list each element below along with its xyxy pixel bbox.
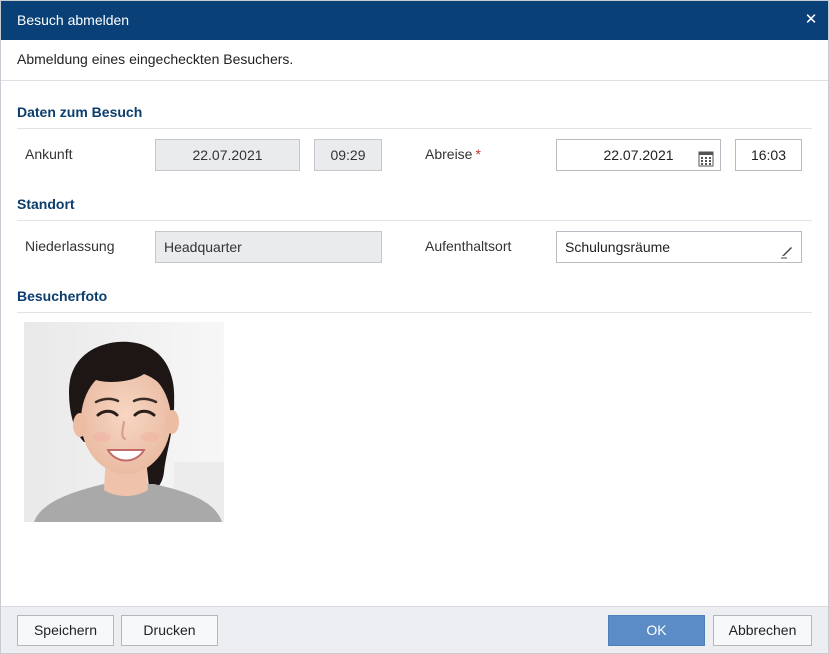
dialog-subtitle: Abmeldung eines eingecheckten Besuchers.	[17, 51, 294, 67]
departure-time-field[interactable]: 16:03	[735, 139, 802, 171]
departure-label-text: Abreise	[425, 146, 473, 162]
save-button[interactable]: Speichern	[17, 615, 114, 646]
dialog-title: Besuch abmelden	[17, 12, 130, 28]
cancel-button[interactable]: Abbrechen	[713, 615, 812, 646]
section-title-visit: Daten zum Besuch	[17, 104, 143, 120]
departure-date-field[interactable]: 22.07.2021	[556, 139, 721, 171]
print-button[interactable]: Drucken	[121, 615, 218, 646]
section-divider-location	[17, 220, 812, 221]
pencil-icon[interactable]	[779, 239, 795, 259]
section-title-location: Standort	[17, 196, 75, 212]
calendar-icon[interactable]	[698, 147, 714, 167]
stay-location-value: Schulungsräume	[565, 239, 671, 255]
stay-location-field[interactable]: Schulungsräume	[556, 231, 802, 263]
header-divider	[1, 80, 828, 81]
departure-label: Abreise *	[425, 146, 481, 162]
close-icon[interactable]: ✕	[800, 9, 822, 31]
stay-location-label: Aufenthaltsort	[425, 238, 512, 254]
visitor-checkout-dialog: Besuch abmelden ✕ Abmeldung eines eingec…	[0, 0, 829, 654]
visitor-photo	[24, 322, 224, 522]
section-divider-photo	[17, 312, 812, 313]
arrival-label: Ankunft	[25, 146, 73, 162]
arrival-date-field: 22.07.2021	[155, 139, 300, 171]
section-divider-visit	[17, 128, 812, 129]
dialog-footer: Speichern Drucken OK Abbrechen	[1, 606, 828, 653]
departure-date-value: 22.07.2021	[603, 147, 674, 163]
arrival-time-field: 09:29	[314, 139, 382, 171]
branch-field: Headquarter	[155, 231, 382, 263]
ok-button[interactable]: OK	[608, 615, 705, 646]
dialog-titlebar: Besuch abmelden ✕	[1, 1, 828, 40]
section-title-photo: Besucherfoto	[17, 288, 108, 304]
required-marker: *	[475, 146, 481, 162]
branch-label: Niederlassung	[25, 238, 115, 254]
